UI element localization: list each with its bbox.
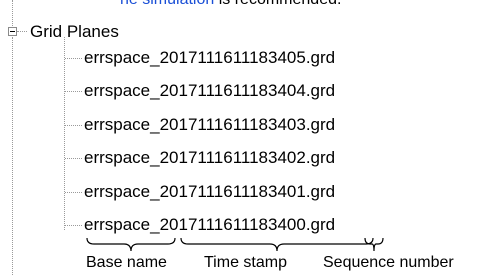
time-stamp-caption: Time stamp (204, 254, 287, 271)
simulation-link[interactable]: ne simulation (120, 0, 214, 8)
tree-branch-1 (65, 58, 82, 59)
tree-item-file[interactable]: errspace_2017111611183400.grd (84, 214, 335, 236)
tree-item-file[interactable]: errspace_2017111611183401.grd (84, 181, 335, 203)
tree-branch-2 (65, 91, 82, 92)
header-fragment: ne simulation is recommended. (120, 0, 341, 9)
tree-line-left (12, 0, 13, 26)
tree-line-left-lower (12, 37, 13, 275)
tree-item-file[interactable]: errspace_2017111611183405.grd (84, 47, 335, 69)
tree-branch-4 (65, 158, 82, 159)
time-stamp-brace (180, 237, 374, 252)
tree-root-grid-planes[interactable]: Grid Planes (30, 21, 119, 43)
header-fragment-text: is recommended. (214, 0, 342, 8)
tree-item-file[interactable]: errspace_2017111611183403.grd (84, 114, 335, 136)
tree-item-file[interactable]: errspace_2017111611183402.grd (84, 147, 335, 169)
tree-branch-3 (65, 125, 82, 126)
sequence-number-brace (364, 237, 384, 252)
collapse-toggle-icon[interactable] (8, 27, 17, 36)
tree-line-root-branch (17, 31, 27, 32)
base-name-caption: Base name (86, 254, 167, 271)
tree-item-file[interactable]: errspace_2017111611183404.grd (84, 80, 335, 102)
base-name-brace (86, 237, 176, 252)
tree-branch-6 (65, 225, 82, 226)
sequence-number-caption: Sequence number (323, 254, 454, 271)
tree-branch-5 (65, 192, 82, 193)
tree-line-children (64, 37, 65, 230)
